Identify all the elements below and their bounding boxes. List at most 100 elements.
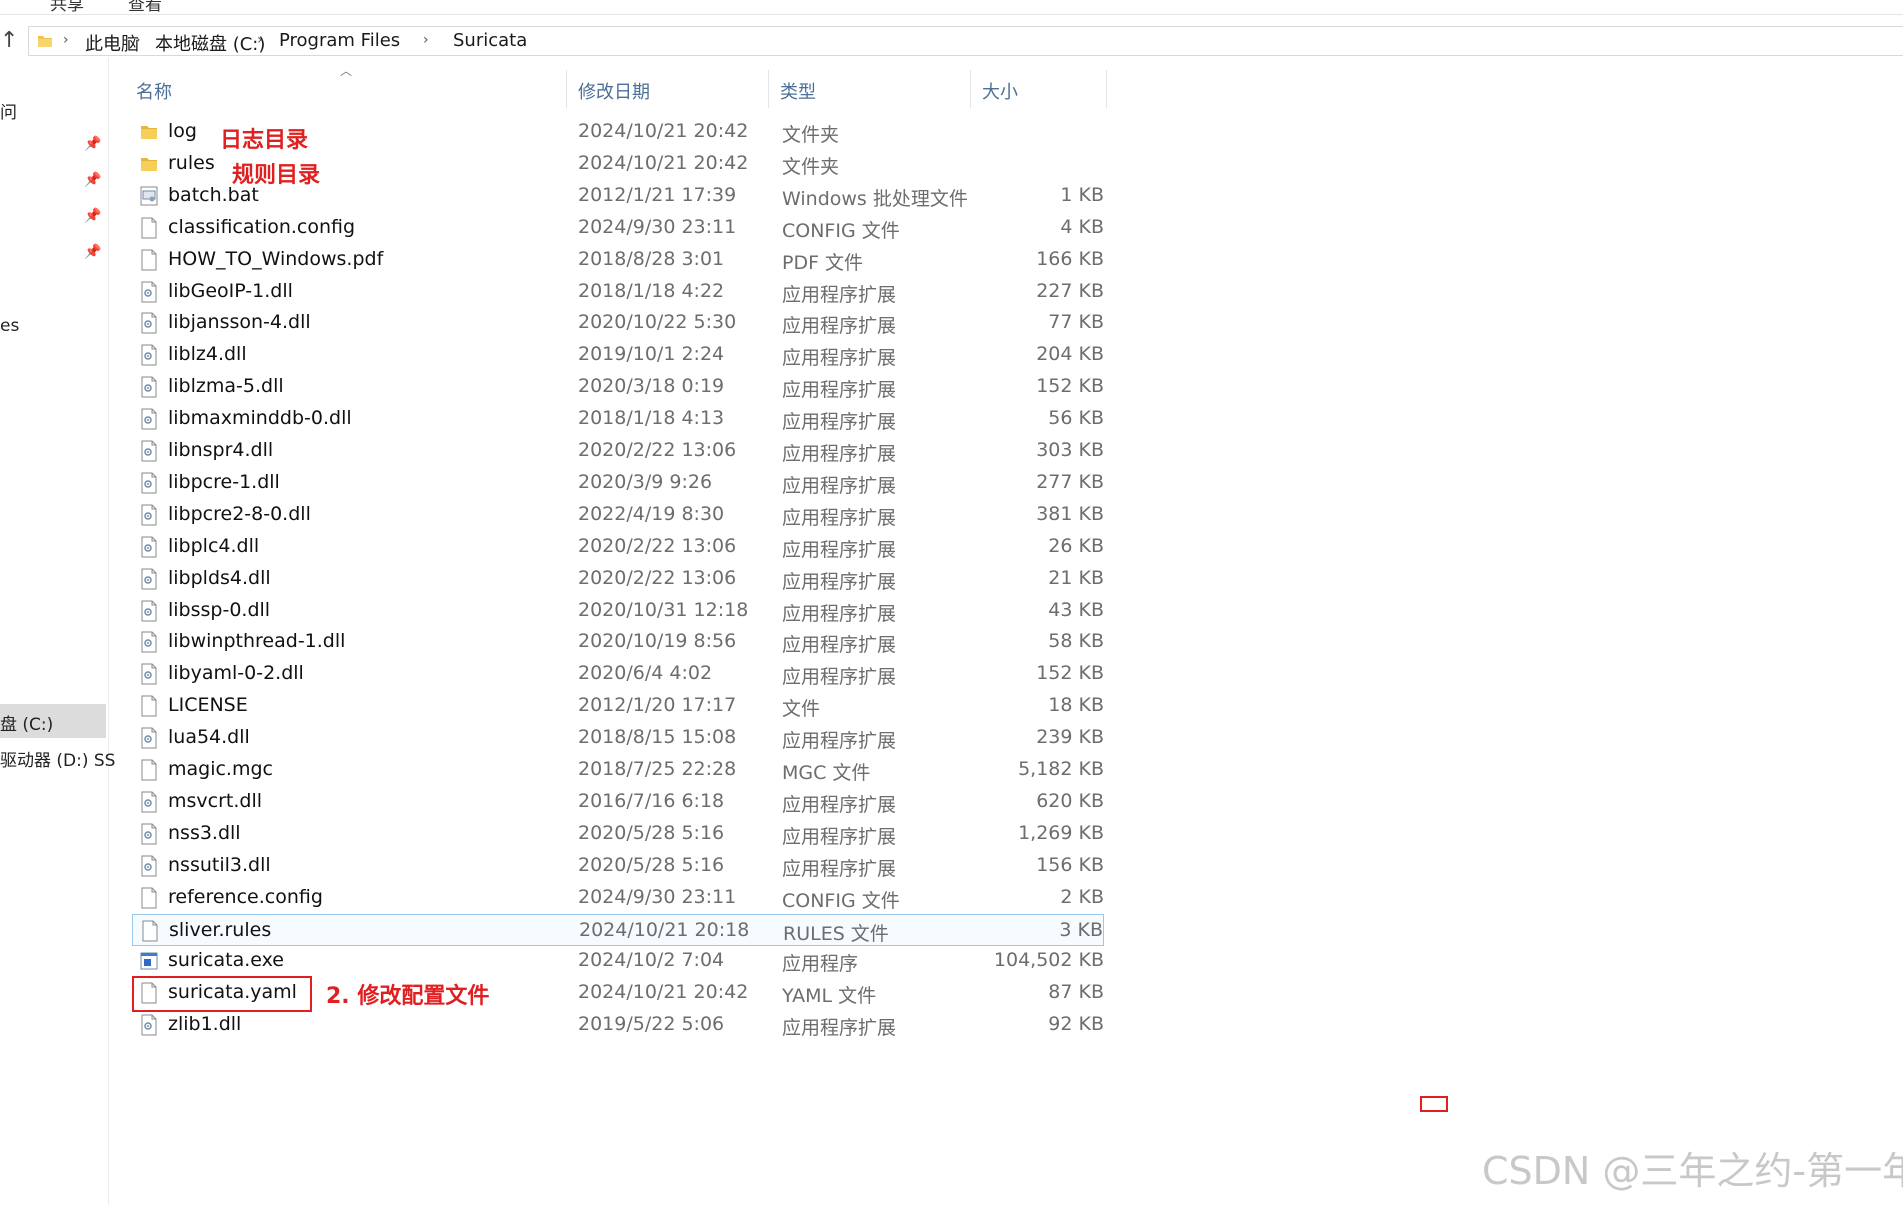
- nav-item-partial[interactable]: es: [0, 316, 19, 336]
- nav-item-drive-d[interactable]: 驱动器 (D:) SS: [0, 746, 115, 771]
- file-date: 2020/5/28 5:16: [578, 821, 725, 844]
- file-type: 应用程序扩展: [782, 666, 897, 689]
- file-name: liblz4.dll: [168, 343, 247, 366]
- column-divider[interactable]: [566, 70, 567, 108]
- file-size: 152 KB: [1036, 662, 1104, 685]
- file-date: 2024/10/21 20:42: [578, 981, 749, 1004]
- nav-item-partial[interactable]: 问: [0, 98, 17, 123]
- file-date: 2024/9/30 23:11: [578, 215, 737, 238]
- dll-icon: [140, 663, 158, 685]
- file-row[interactable]: libmaxminddb-0.dll 2018/1/18 4:13 应用程序扩展 56…: [132, 403, 1104, 435]
- file-size: 87 KB: [1048, 981, 1104, 1004]
- column-divider[interactable]: [768, 70, 769, 108]
- file-type: 文件夹: [782, 155, 840, 178]
- menu-item-view[interactable]: 查看: [128, 0, 162, 14]
- file-row[interactable]: libssp-0.dll 2020/10/31 12:18 应用程序扩展 43 KB: [132, 595, 1104, 627]
- exe-icon: [140, 950, 158, 972]
- file-row[interactable]: msvcrt.dll 2016/7/16 6:18 应用程序扩展 620 KB: [132, 786, 1104, 818]
- chevron-right-icon[interactable]: ›: [135, 32, 141, 48]
- pin-icon[interactable]: 📌: [84, 172, 101, 188]
- nav-item-local-disk-c[interactable]: 盘 (C:): [0, 710, 53, 735]
- column-divider[interactable]: [970, 70, 971, 108]
- breadcrumb-local-disk[interactable]: 本地磁盘 (C:): [155, 30, 265, 56]
- dll-icon: [140, 855, 158, 877]
- file-row[interactable]: sliver.rules 2024/10/21 20:18 RULES 文件 3 KB: [132, 913, 1104, 946]
- file-row[interactable]: libwinpthread-1.dll 2020/10/19 8:56 应用程序扩展…: [132, 626, 1104, 658]
- file-row[interactable]: libplds4.dll 2020/2/22 13:06 应用程序扩展 21 KB: [132, 563, 1104, 595]
- chevron-right-icon[interactable]: ›: [257, 32, 263, 48]
- file-row[interactable]: nssutil3.dll 2020/5/28 5:16 应用程序扩展 156 KB: [132, 850, 1104, 882]
- file-name: libjansson-4.dll: [168, 311, 311, 334]
- file-row[interactable]: lua54.dll 2018/8/15 15:08 应用程序扩展 239 KB: [132, 722, 1104, 754]
- file-row[interactable]: reference.config 2024/9/30 23:11 CONFIG 文件…: [132, 882, 1104, 914]
- file-date: 2020/3/9 9:26: [578, 470, 713, 493]
- address-bar: › 此电脑 › 本地磁盘 (C:) › Program Files › Suri…: [0, 26, 1903, 58]
- breadcrumb-this-pc[interactable]: 此电脑: [85, 30, 139, 56]
- file-size: 4 KB: [1060, 215, 1104, 238]
- column-header-name[interactable]: 名称: [136, 66, 566, 112]
- dll-icon: [140, 600, 158, 622]
- column-divider[interactable]: [1106, 70, 1107, 108]
- file-name: libwinpthread-1.dll: [168, 630, 346, 653]
- file-size: 104,502 KB: [993, 949, 1104, 972]
- file-date: 2024/10/21 20:42: [578, 151, 749, 174]
- file-name: magic.mgc: [168, 758, 273, 780]
- annotation-config: 2. 修改配置文件: [326, 984, 490, 1009]
- file-row[interactable]: libpcre2-8-0.dll 2022/4/19 8:30 应用程序扩展 381 …: [132, 499, 1104, 531]
- file-date: 2018/8/15 15:08: [578, 726, 737, 749]
- file-type: PDF 文件: [782, 251, 864, 274]
- column-header-type[interactable]: 类型: [780, 66, 970, 112]
- file-date: 2018/1/18 4:13: [578, 407, 725, 430]
- breadcrumb[interactable]: › 此电脑 › 本地磁盘 (C:) › Program Files › Suri…: [28, 26, 1903, 56]
- file-row[interactable]: libyaml-0-2.dll 2020/6/4 4:02 应用程序扩展 152 KB: [132, 658, 1104, 690]
- file-name: libyaml-0-2.dll: [168, 662, 304, 685]
- file-row[interactable]: nss3.dll 2020/5/28 5:16 应用程序扩展 1,269 KB: [132, 818, 1104, 850]
- file-date: 2020/6/4 4:02: [578, 662, 713, 685]
- file-type: 应用程序扩展: [782, 570, 897, 593]
- file-row[interactable]: libnspr4.dll 2020/2/22 13:06 应用程序扩展 303 KB: [132, 435, 1104, 467]
- file-row[interactable]: libGeoIP-1.dll 2018/1/18 4:22 应用程序扩展 227 KB: [132, 276, 1104, 308]
- file-row[interactable]: HOW_TO_Windows.pdf 2018/8/28 3:01 PDF 文件 16…: [132, 244, 1104, 276]
- file-type: 应用程序扩展: [782, 379, 897, 402]
- pin-icon[interactable]: 📌: [84, 208, 101, 224]
- file-name: reference.config: [168, 885, 323, 908]
- dll-icon: [140, 408, 158, 430]
- navigation-pane: 问 📌 📌 📌 📌 es 盘 (C:) 驱动器 (D:) SS: [0, 58, 115, 1205]
- file-row[interactable]: zlib1.dll 2019/5/22 5:06 应用程序扩展 92 KB: [132, 1009, 1104, 1041]
- file-type: CONFIG 文件: [782, 889, 900, 912]
- file-date: 2020/10/19 8:56: [578, 630, 737, 653]
- breadcrumb-program-files[interactable]: Program Files: [279, 30, 400, 51]
- file-row[interactable]: libjansson-4.dll 2020/10/22 5:30 应用程序扩展 77 …: [132, 307, 1104, 339]
- file-icon: [140, 887, 158, 909]
- dll-icon: [140, 312, 158, 334]
- pin-icon[interactable]: 📌: [84, 136, 101, 152]
- file-date: 2018/8/28 3:01: [578, 247, 725, 270]
- annotation-log-dir: 日志目录: [220, 128, 309, 153]
- file-row[interactable]: LICENSE 2012/1/20 17:17 文件 18 KB: [132, 690, 1104, 722]
- file-date: 2016/7/16 6:18: [578, 789, 725, 812]
- dll-icon: [140, 791, 158, 813]
- file-date: 2019/10/1 2:24: [578, 343, 725, 366]
- chevron-right-icon[interactable]: ›: [423, 32, 429, 48]
- dll-icon: [140, 568, 158, 590]
- file-row[interactable]: magic.mgc 2018/7/25 22:28 MGC 文件 5,182 KB: [132, 754, 1104, 786]
- file-size: 1,269 KB: [1018, 821, 1104, 844]
- file-type: YAML 文件: [782, 985, 877, 1008]
- menu-item-share[interactable]: 共享: [50, 0, 84, 14]
- file-row[interactable]: libplc4.dll 2020/2/22 13:06 应用程序扩展 26 KB: [132, 531, 1104, 563]
- breadcrumb-suricata[interactable]: Suricata: [453, 30, 527, 51]
- column-header-size[interactable]: 大小: [982, 66, 1104, 112]
- column-header-date[interactable]: 修改日期: [578, 66, 768, 112]
- file-row[interactable]: liblz4.dll 2019/10/1 2:24 应用程序扩展 204 KB: [132, 339, 1104, 371]
- file-date: 2019/5/22 5:06: [578, 1013, 725, 1036]
- file-name: zlib1.dll: [168, 1013, 242, 1036]
- chevron-right-icon[interactable]: ›: [63, 32, 69, 48]
- file-row[interactable]: classification.config 2024/9/30 23:11 CONF…: [132, 212, 1104, 244]
- ribbon-menu: 共享 查看: [0, 0, 1903, 15]
- file-type: 应用程序扩展: [782, 443, 897, 465]
- file-row[interactable]: liblzma-5.dll 2020/3/18 0:19 应用程序扩展 152 KB: [132, 371, 1104, 403]
- file-row[interactable]: libpcre-1.dll 2020/3/9 9:26 应用程序扩展 277 KB: [132, 467, 1104, 499]
- file-row[interactable]: suricata.exe 2024/10/2 7:04 应用程序 104,502 KB: [132, 945, 1104, 977]
- pin-icon[interactable]: 📌: [84, 244, 101, 260]
- file-name: msvcrt.dll: [168, 789, 263, 812]
